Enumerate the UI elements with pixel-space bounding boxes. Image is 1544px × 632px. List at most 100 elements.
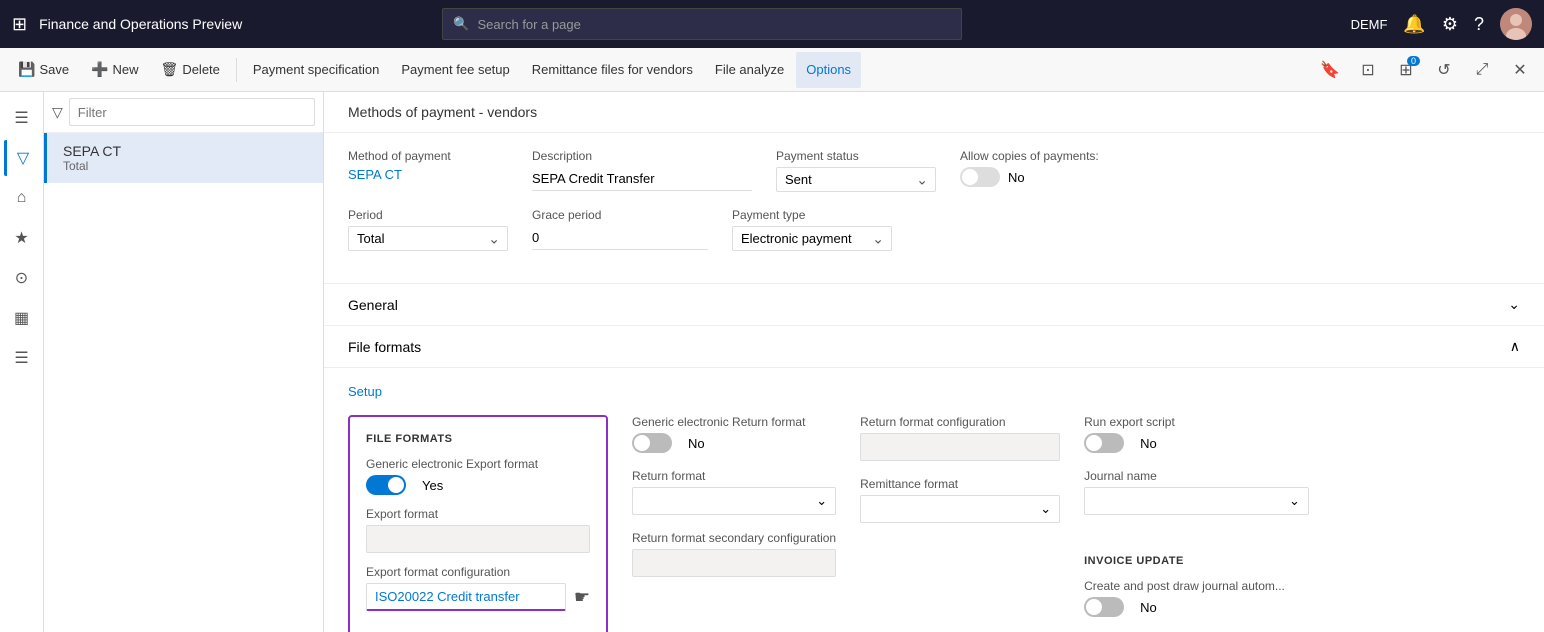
payment-fee-button[interactable]: Payment fee setup — [391, 52, 519, 88]
main-content: Methods of payment - vendors Method of p… — [324, 92, 1544, 632]
layout-icon-btn[interactable]: ⊡ — [1352, 54, 1384, 86]
create-post-toggle[interactable] — [1084, 597, 1124, 617]
allow-copies-label: Allow copies of payments: — [960, 149, 1120, 163]
notification-icon[interactable]: 🔔 — [1403, 14, 1425, 35]
form-section: Method of payment SEPA CT Description Pa… — [324, 133, 1544, 284]
list-item-title: SEPA CT — [63, 143, 307, 159]
options-button[interactable]: Options — [796, 52, 861, 88]
invoice-section: INVOICE UPDATE Create and post draw jour… — [1084, 539, 1309, 632]
export-toggle-row: Yes — [366, 475, 590, 495]
return-secondary-input — [632, 549, 836, 577]
grid-menu-icon[interactable]: ⊞ — [12, 14, 27, 35]
avatar[interactable] — [1500, 8, 1532, 40]
sidebar-hamburger-btn[interactable]: ☰ — [4, 100, 40, 136]
payment-type-select-wrapper: Electronic payment — [732, 226, 892, 251]
sidebar-list-btn[interactable]: ☰ — [4, 340, 40, 376]
return-format-select-label: Return format — [632, 469, 836, 483]
run-export-toggle[interactable] — [1084, 433, 1124, 453]
filter-input[interactable] — [69, 98, 315, 126]
payment-status-select[interactable]: Sent — [776, 167, 936, 192]
grace-period-field: Grace period — [532, 208, 708, 251]
filter-icon: ▽ — [52, 104, 63, 121]
return-format-dropdown[interactable]: ⌄ — [632, 487, 836, 515]
payment-type-select[interactable]: Electronic payment — [732, 226, 892, 251]
sidebar-filter-btn[interactable]: ▽ — [4, 140, 40, 176]
left-panel-toolbar: ▽ — [44, 92, 323, 133]
create-post-label: Create and post draw journal autom... — [1084, 579, 1285, 593]
run-export-group: Run export script No — [1084, 415, 1309, 453]
search-icon: 🔍 — [453, 16, 469, 32]
method-of-payment-label: Method of payment — [348, 149, 508, 163]
setup-link[interactable]: Setup — [348, 384, 382, 399]
nav-right: DEMF 🔔 ⚙ ? — [1351, 8, 1532, 40]
sidebar-grid-btn[interactable]: ▦ — [4, 300, 40, 336]
app-title: Finance and Operations Preview — [39, 16, 242, 32]
refresh-badge-btn[interactable]: 0 ⊞ — [1390, 54, 1422, 86]
method-of-payment-value[interactable]: SEPA CT — [348, 167, 508, 182]
separator — [236, 58, 237, 82]
return-format-toggle[interactable] — [632, 433, 672, 453]
grace-period-input[interactable] — [532, 226, 708, 250]
export-config-input[interactable] — [366, 583, 566, 611]
sync-icon-btn[interactable]: ↺ — [1428, 54, 1460, 86]
method-of-payment-field: Method of payment SEPA CT — [348, 149, 508, 192]
right-columns: Generic electronic Return format No Retu… — [632, 415, 1520, 632]
settings-icon[interactable]: ⚙ — [1442, 14, 1458, 35]
maximize-icon-btn[interactable]: ⤢ — [1466, 54, 1498, 86]
list-item[interactable]: SEPA CT Total — [44, 133, 323, 183]
sidebar-clock-btn[interactable]: ⊙ — [4, 260, 40, 296]
search-placeholder: Search for a page — [478, 17, 581, 32]
payment-status-label: Payment status — [776, 149, 936, 163]
remittance-format-dropdown[interactable]: ⌄ — [860, 495, 1060, 523]
description-label: Description — [532, 149, 752, 163]
allow-copies-toggle[interactable] — [960, 167, 1000, 187]
payment-spec-button[interactable]: Payment specification — [243, 52, 389, 88]
file-analyze-button[interactable]: File analyze — [705, 52, 794, 88]
content-header-title: Methods of payment - vendors — [348, 104, 537, 120]
cursor-pointer-icon: ☛ — [574, 587, 590, 608]
create-post-value: No — [1140, 600, 1157, 615]
help-icon[interactable]: ? — [1474, 14, 1484, 35]
journal-name-group: Journal name ⌄ — [1084, 469, 1309, 515]
new-icon: ➕ — [91, 61, 108, 78]
export-format-group: Export format — [366, 507, 590, 553]
close-icon-btn[interactable]: ✕ — [1504, 54, 1536, 86]
return-secondary-group: Return format secondary configuration — [632, 531, 836, 577]
search-bar[interactable]: 🔍 Search for a page — [442, 8, 962, 40]
file-formats-section-header[interactable]: File formats ∧ — [324, 326, 1544, 368]
description-field: Description — [532, 149, 752, 192]
payment-status-field: Payment status Sent — [776, 149, 936, 192]
export-format-input[interactable] — [366, 525, 590, 553]
general-section-label: General — [348, 297, 398, 313]
export-format-toggle[interactable] — [366, 475, 406, 495]
remittance-format-label: Remittance format — [860, 477, 1060, 491]
return-format-toggle-label: Generic electronic Return format — [632, 415, 836, 429]
col-journal: Run export script No Journal name ⌄ — [1084, 415, 1309, 632]
remittance-button[interactable]: Remittance files for vendors — [522, 52, 703, 88]
col-return-format: Generic electronic Return format No Retu… — [632, 415, 836, 632]
period-select-wrapper: Total — [348, 226, 508, 251]
bookmark-icon-btn[interactable]: 🔖 — [1314, 54, 1346, 86]
journal-name-dropdown[interactable]: ⌄ — [1084, 487, 1309, 515]
run-export-value: No — [1140, 436, 1157, 451]
remittance-format-group: Remittance format ⌄ — [860, 477, 1060, 523]
file-formats-collapse-icon: ∧ — [1510, 338, 1520, 355]
delete-icon: 🗑 — [161, 61, 179, 78]
new-button[interactable]: ➕ New — [81, 52, 148, 88]
sidebar-home-btn[interactable]: ⌂ — [4, 180, 40, 216]
payment-type-field: Payment type Electronic payment — [732, 208, 892, 251]
create-post-toggle-row: No — [1084, 597, 1285, 617]
delete-button[interactable]: 🗑 Delete — [151, 52, 230, 88]
sidebar-icons: ☰ ▽ ⌂ ★ ⊙ ▦ ☰ — [0, 92, 44, 632]
sidebar-star-btn[interactable]: ★ — [4, 220, 40, 256]
file-formats-grid: FILE FORMATS Generic electronic Export f… — [348, 415, 1520, 632]
general-section-header[interactable]: General ⌄ — [324, 284, 1544, 326]
description-input[interactable] — [532, 167, 752, 191]
user-name: DEMF — [1351, 17, 1388, 32]
save-button[interactable]: 💾 Save — [8, 52, 79, 88]
run-export-label: Run export script — [1084, 415, 1309, 429]
run-export-toggle-row: No — [1084, 433, 1309, 453]
period-select[interactable]: Total — [348, 226, 508, 251]
export-config-label: Export format configuration — [366, 565, 590, 579]
grace-period-label: Grace period — [532, 208, 708, 222]
